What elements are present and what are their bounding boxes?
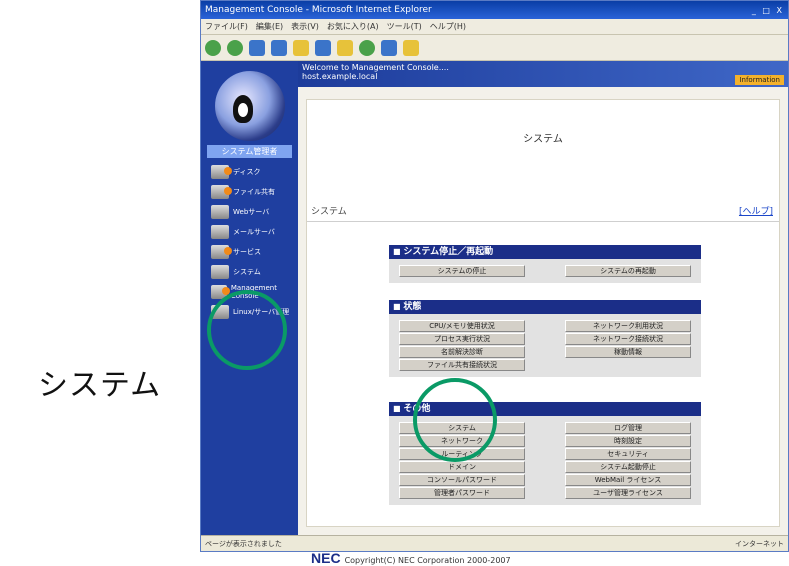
menu-tools[interactable]: ツール(T) — [387, 21, 422, 32]
section-shutdown: システム停止／再起動 システムの停止 システムの再起動 — [389, 245, 701, 283]
section-body: システム ログ管理 ネットワーク 時刻設定 ルーティング セキュリティ ドメイン… — [389, 416, 701, 505]
sidebar-item-linux-admin[interactable]: Linux/サーバ管理 — [201, 302, 298, 322]
menu-bar: ファイル(F) 編集(E) 表示(V) お気に入り(A) ツール(T) ヘルプ(… — [201, 19, 788, 35]
system-button[interactable]: システム — [399, 422, 525, 434]
history-icon[interactable] — [359, 39, 375, 56]
host-text: host.example.local — [302, 72, 378, 81]
menu-edit[interactable]: 編集(E) — [256, 21, 283, 32]
back-icon[interactable] — [205, 39, 221, 56]
routing-button[interactable]: ルーティング — [399, 448, 525, 460]
sidebar-item-fileshare[interactable]: ファイル共有 — [201, 182, 298, 202]
copyright-text: Copyright(C) NEC Corporation 2000-2007 — [344, 556, 511, 565]
section-status: 状態 CPU/メモリ使用状況 ネットワーク利用状況 プロセス実行状況 ネットワー… — [389, 300, 701, 377]
section-title: 状態 — [389, 300, 701, 314]
mail-icon[interactable] — [381, 39, 397, 56]
sidebar-item-label: システム — [233, 268, 261, 276]
stop-icon[interactable] — [249, 39, 265, 56]
fileshare-icon — [211, 185, 232, 199]
sidebar-item-system[interactable]: システム — [201, 262, 298, 282]
section-other: その他 システム ログ管理 ネットワーク 時刻設定 ルーティング セキュリティ … — [389, 402, 701, 505]
sidebar: システム管理者 ディスク ファイル共有 Webサーバ メールサーバ サービス シ… — [201, 61, 298, 535]
sidebar-item-label: Webサーバ — [233, 208, 270, 216]
status-text: ページが表示されました — [205, 539, 282, 548]
zone-text: インターネット — [735, 539, 784, 548]
security-button[interactable]: セキュリティ — [565, 448, 691, 460]
webmail-license-button[interactable]: WebMail ライセンス — [565, 474, 691, 486]
refresh-icon[interactable] — [271, 39, 287, 56]
admin-password-button[interactable]: 管理者パスワード — [399, 487, 525, 499]
console-password-button[interactable]: コンソールパスワード — [399, 474, 525, 486]
help-link[interactable]: [ヘルプ] — [739, 204, 773, 217]
outer-caption: システム — [38, 368, 162, 403]
favorites-icon[interactable] — [337, 39, 353, 56]
mailserver-icon — [211, 225, 229, 239]
sidebar-item-label: サービス — [233, 248, 261, 256]
section-title: その他 — [389, 402, 701, 416]
section-title: システム停止／再起動 — [389, 245, 701, 259]
sidebar-item-disk[interactable]: ディスク — [201, 162, 298, 182]
cpu-memory-button[interactable]: CPU/メモリ使用状況 — [399, 320, 525, 332]
information-button[interactable]: Information — [735, 75, 784, 85]
sidebar-item-service[interactable]: サービス — [201, 242, 298, 262]
menu-help[interactable]: ヘルプ(H) — [430, 21, 466, 32]
welcome-banner: Welcome to Management Console.... host.e… — [298, 61, 788, 87]
server-admin-icon — [211, 305, 229, 319]
sidebar-item-label: ディスク — [233, 168, 261, 176]
service-icon — [211, 245, 232, 259]
nec-logo: NEC — [311, 550, 341, 566]
user-license-button[interactable]: ユーザ管理ライセンス — [565, 487, 691, 499]
operation-info-button[interactable]: 稼動情報 — [565, 346, 691, 358]
welcome-text: Welcome to Management Console.... — [302, 63, 449, 72]
section-body: CPU/メモリ使用状況 ネットワーク利用状況 プロセス実行状況 ネットワーク接続… — [389, 314, 701, 377]
reboot-button[interactable]: システムの再起動 — [565, 265, 691, 277]
page-title: システム — [523, 134, 563, 145]
sidebar-item-label: Management Console — [230, 284, 277, 300]
sidebar-item-management-console[interactable]: Management Console — [201, 282, 298, 302]
sidebar-item-webserver[interactable]: Webサーバ — [201, 202, 298, 222]
title-bar: Management Console - Microsoft Internet … — [201, 1, 788, 19]
console-icon — [211, 285, 230, 299]
window-controls[interactable]: _ □ X — [752, 6, 784, 15]
main-pane: Welcome to Management Console.... host.e… — [298, 61, 788, 566]
footer: NEC Copyright(C) NEC Corporation 2000-20… — [311, 550, 511, 566]
network-connection-button[interactable]: ネットワーク接続状況 — [565, 333, 691, 345]
window-title: Management Console - Microsoft Internet … — [205, 5, 432, 15]
breadcrumb: システム [ヘルプ] — [307, 204, 779, 222]
breadcrumb-text: システム — [311, 207, 347, 217]
system-icon — [211, 265, 229, 279]
name-resolution-button[interactable]: 名前解決診断 — [399, 346, 525, 358]
time-setting-button[interactable]: 時刻設定 — [565, 435, 691, 447]
search-icon[interactable] — [315, 39, 331, 56]
section-body: システムの停止 システムの再起動 — [389, 259, 701, 283]
disk-icon — [211, 165, 232, 179]
webserver-icon — [211, 205, 229, 219]
browser-window: Management Console - Microsoft Internet … — [200, 0, 789, 566]
network-button[interactable]: ネットワーク — [399, 435, 525, 447]
print-icon[interactable] — [403, 39, 419, 56]
sidebar-item-label: Linux/サーバ管理 — [233, 308, 290, 316]
sidebar-item-mailserver[interactable]: メールサーバ — [201, 222, 298, 242]
domain-button[interactable]: ドメイン — [399, 461, 525, 473]
sidebar-item-label: ファイル共有 — [233, 188, 275, 196]
network-usage-button[interactable]: ネットワーク利用状況 — [565, 320, 691, 332]
status-bar: ページが表示されました インターネット — [201, 535, 788, 551]
menu-file[interactable]: ファイル(F) — [205, 21, 248, 32]
log-management-button[interactable]: ログ管理 — [565, 422, 691, 434]
sidebar-header: システム管理者 — [207, 145, 292, 158]
content-area: システム管理者 ディスク ファイル共有 Webサーバ メールサーバ サービス シ… — [201, 61, 788, 566]
shutdown-button[interactable]: システムの停止 — [399, 265, 525, 277]
toolbar — [201, 35, 788, 61]
sidebar-item-label: メールサーバ — [233, 228, 275, 236]
home-icon[interactable] — [293, 39, 309, 56]
process-button[interactable]: プロセス実行状況 — [399, 333, 525, 345]
page-panel: システム システム [ヘルプ] システム停止／再起動 システムの停止 システムの… — [306, 99, 780, 566]
fileshare-status-button[interactable]: ファイル共有接続状況 — [399, 359, 525, 371]
system-startstop-button[interactable]: システム起動停止 — [565, 461, 691, 473]
menu-view[interactable]: 表示(V) — [291, 21, 319, 32]
menu-favorites[interactable]: お気に入り(A) — [327, 21, 379, 32]
penguin-logo — [214, 71, 285, 141]
forward-icon[interactable] — [227, 39, 243, 56]
